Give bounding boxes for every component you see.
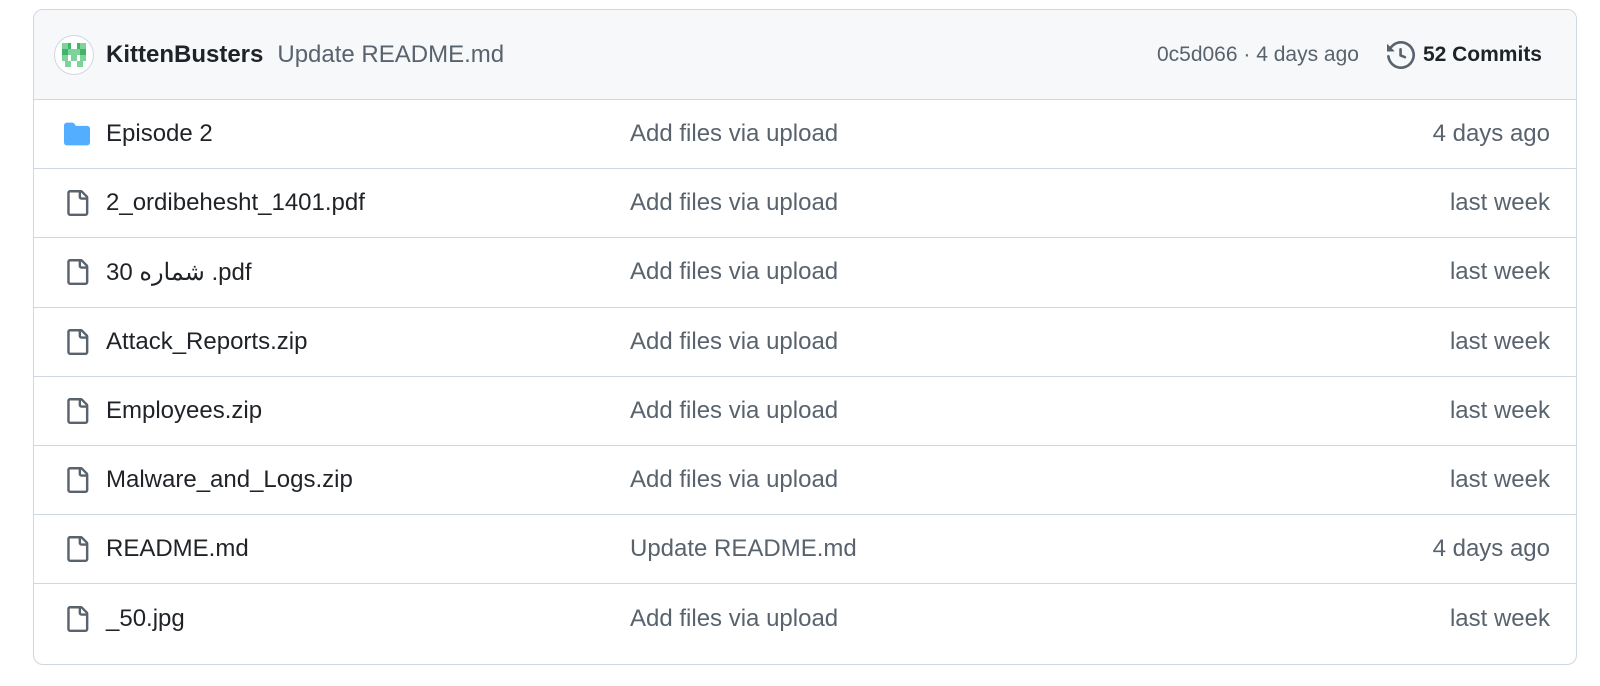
latest-commit-bar: KittenBusters Update README.md 0c5d066 ·… [34, 10, 1576, 100]
file-row[interactable]: 2_ordibehesht_1401.pdf Add files via upl… [34, 169, 1576, 239]
file-row[interactable]: Attack_Reports.zip Add files via upload … [34, 308, 1576, 377]
file-commit-date: 4 days ago [1432, 120, 1550, 148]
file-row[interactable]: README.md Update README.md 4 days ago [34, 515, 1576, 585]
file-icon [60, 534, 94, 564]
file-name[interactable]: 30 شماره .pdf [106, 258, 630, 287]
file-commit-message[interactable]: Add files via upload [630, 120, 1433, 148]
file-commit-message[interactable]: Add files via upload [630, 605, 1450, 633]
file-row[interactable]: Employees.zip Add files via upload last … [34, 377, 1576, 446]
file-commit-date: 4 days ago [1432, 535, 1550, 563]
file-icon [60, 465, 94, 495]
file-icon [60, 257, 94, 287]
file-name[interactable]: Episode 2 [106, 120, 630, 148]
file-row[interactable]: 30 شماره .pdf Add files via upload last … [34, 238, 1576, 308]
file-commit-message[interactable]: Add files via upload [630, 328, 1450, 356]
file-commit-message[interactable]: Update README.md [630, 535, 1433, 563]
file-row[interactable]: _50.jpg Add files via upload last week [34, 584, 1576, 653]
file-icon [60, 604, 94, 634]
file-name[interactable]: Attack_Reports.zip [106, 328, 630, 356]
file-commit-date: last week [1449, 258, 1550, 286]
file-row[interactable]: Malware_and_Logs.zip Add files via uploa… [34, 446, 1576, 516]
file-list-box: KittenBusters Update README.md 0c5d066 ·… [33, 9, 1577, 665]
commit-author[interactable]: KittenBusters [106, 41, 263, 69]
file-commit-date: last week [1449, 327, 1550, 355]
file-commit-message[interactable]: Add files via upload [630, 189, 1450, 217]
file-name[interactable]: README.md [106, 535, 630, 563]
file-icon [60, 327, 94, 357]
folder-icon [60, 121, 94, 147]
commit-sha-age[interactable]: 0c5d066 · 4 days ago [1157, 43, 1359, 67]
file-commit-message[interactable]: Add files via upload [630, 397, 1450, 425]
file-commit-message[interactable]: Add files via upload [630, 466, 1450, 494]
file-name[interactable]: Malware_and_Logs.zip [106, 466, 630, 494]
history-icon [1386, 40, 1415, 69]
file-name[interactable]: _50.jpg [106, 605, 630, 633]
file-row[interactable]: Episode 2 Add files via upload 4 days ag… [34, 100, 1576, 170]
file-commit-date: last week [1449, 189, 1550, 217]
file-commit-date: last week [1449, 466, 1550, 494]
file-icon [60, 396, 94, 426]
file-name[interactable]: 2_ordibehesht_1401.pdf [106, 189, 630, 217]
file-commit-date: last week [1449, 396, 1550, 424]
commit-message[interactable]: Update README.md [277, 41, 504, 69]
commits-count-label: 52 Commits [1422, 42, 1542, 66]
file-rows: Episode 2 Add files via upload 4 days ag… [34, 100, 1576, 654]
file-commit-message[interactable]: Add files via upload [630, 258, 1450, 286]
file-commit-date: last week [1449, 604, 1550, 632]
file-name[interactable]: Employees.zip [106, 397, 630, 425]
commits-link[interactable]: 52 Commits [1386, 40, 1542, 69]
author-avatar[interactable] [54, 34, 94, 75]
file-icon [60, 188, 94, 218]
